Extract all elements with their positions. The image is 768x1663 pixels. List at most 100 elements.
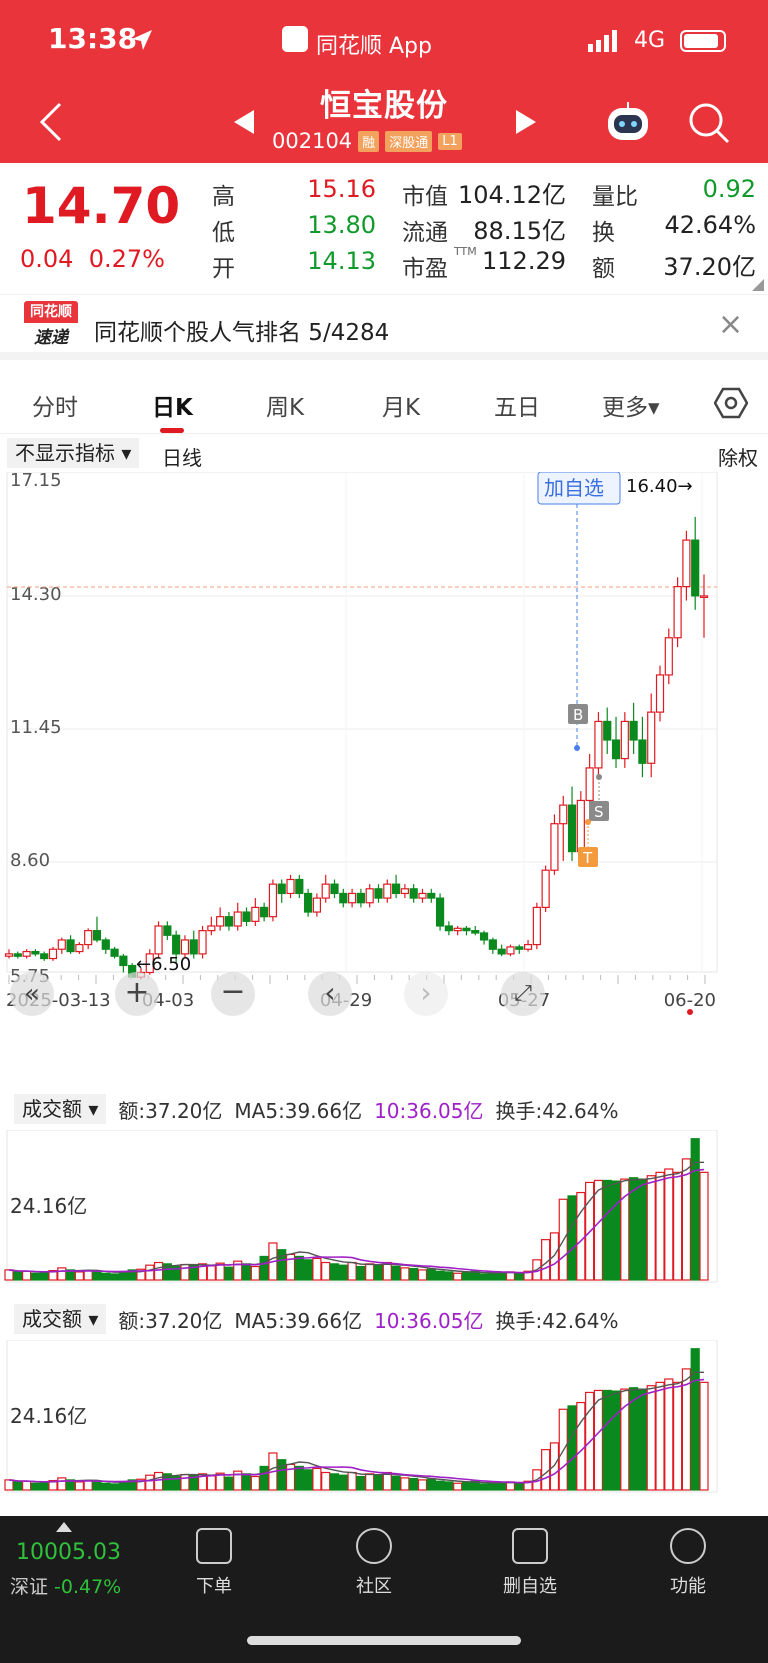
volume-bar xyxy=(479,1483,489,1491)
volume-bar xyxy=(690,1138,700,1281)
volume-bar xyxy=(303,1259,313,1281)
volume-bar xyxy=(391,1475,401,1491)
robot-assistant-icon[interactable] xyxy=(604,100,652,146)
candle-body xyxy=(75,943,84,953)
volume-axis-label: 24.16亿 xyxy=(10,1404,88,1428)
float-value: 88.15亿 xyxy=(473,217,566,245)
volume-bar xyxy=(646,1175,656,1281)
volume-bar xyxy=(294,1465,304,1491)
candle-body xyxy=(180,939,190,955)
minus-box-icon xyxy=(512,1528,548,1564)
volume-header-2: 成交额 ▾ 额:37.20亿 MA5:39.66亿 10:36.05亿 换手:4… xyxy=(14,1304,619,1334)
mcap-label: 市值 xyxy=(402,184,448,210)
candle-body xyxy=(13,953,22,957)
candle-body xyxy=(198,930,207,955)
active-tab-indicator xyxy=(160,428,184,433)
volume-bar xyxy=(602,1389,612,1491)
volume-ma5: MA5:39.66亿 xyxy=(234,1308,363,1333)
scroll-left-icon[interactable]: ‹ xyxy=(308,972,352,1016)
candle-body xyxy=(268,883,278,918)
index-value[interactable]: 10005.03 xyxy=(16,1540,121,1565)
volume-bar xyxy=(83,1269,93,1281)
volume-bar xyxy=(145,1264,155,1281)
tab-intraday[interactable]: 分时 xyxy=(32,388,78,422)
volume-select[interactable]: 成交额 ▾ xyxy=(14,1304,107,1334)
volume-bar xyxy=(153,1261,164,1281)
volume-bar xyxy=(92,1480,102,1491)
app-logo-icon xyxy=(282,26,308,52)
price-change: 0.04 0.27% xyxy=(20,245,165,273)
tab-five-day[interactable]: 五日 xyxy=(494,388,540,422)
volume-bar xyxy=(664,1168,674,1281)
volume-bar xyxy=(83,1479,93,1491)
trade-marker-label: B xyxy=(573,706,583,724)
candle-body xyxy=(479,932,489,941)
rewind-icon[interactable]: « xyxy=(10,972,54,1016)
tab-more[interactable]: 更多▾ xyxy=(602,388,660,422)
tab-daily-k[interactable]: 日K xyxy=(152,388,193,422)
y-tick-label: 8.60 xyxy=(10,850,50,871)
volume-bar xyxy=(400,1267,410,1281)
candle-body xyxy=(699,595,709,599)
volume-bar xyxy=(13,1271,23,1281)
volume-bar xyxy=(699,1171,709,1281)
candle-body xyxy=(374,888,383,899)
volume-bar xyxy=(109,1273,120,1281)
volume-bar xyxy=(664,1378,674,1491)
expand-corner-icon[interactable] xyxy=(752,279,764,291)
candle-body xyxy=(611,739,621,760)
volume-bar xyxy=(57,1267,67,1281)
volume-bar xyxy=(13,1481,23,1491)
candle-body xyxy=(488,939,497,950)
candle-body xyxy=(48,948,58,960)
tab-weekly-k[interactable]: 周K xyxy=(266,388,304,422)
candle-body xyxy=(541,869,550,908)
volume-bar xyxy=(259,1465,269,1491)
index-name[interactable]: 深证 -0.47% xyxy=(10,1572,121,1599)
volume-bar xyxy=(180,1263,190,1281)
candle-body xyxy=(427,892,436,899)
open-label: 开 xyxy=(212,256,235,282)
add-watchlist-label: 加自选 xyxy=(544,476,604,500)
volume-bar xyxy=(611,1180,621,1281)
volume-bar xyxy=(118,1271,128,1281)
candle-body xyxy=(242,911,251,922)
remove-watchlist-button[interactable]: 删自选 xyxy=(480,1528,580,1598)
max-price-note: 16.40→ xyxy=(626,476,693,497)
search-icon[interactable] xyxy=(688,102,730,144)
scroll-right-icon[interactable]: › xyxy=(404,972,448,1016)
volume-select[interactable]: 成交额 ▾ xyxy=(14,1094,107,1124)
volume-bar xyxy=(593,1389,604,1491)
functions-button[interactable]: 功能 xyxy=(638,1528,738,1598)
volume-bar xyxy=(277,1459,287,1491)
candle-body xyxy=(620,720,629,760)
candle-body xyxy=(409,888,418,899)
candle-body xyxy=(603,720,612,741)
fullscreen-icon[interactable]: ⤢ xyxy=(501,972,545,1016)
volume-bar xyxy=(338,1264,348,1281)
candle-body xyxy=(400,888,409,895)
marker-point xyxy=(585,819,591,825)
indicator-select[interactable]: 不显示指标 ▾ xyxy=(7,438,140,468)
zoom-in-icon[interactable]: + xyxy=(115,972,159,1016)
next-stock-icon[interactable] xyxy=(514,110,536,134)
volume-bar xyxy=(206,1265,216,1281)
app-header: 13:38 同花顺 App 4G 恒宝股份 002104 融 深股通 L1 xyxy=(0,0,768,163)
community-button[interactable]: 社区 xyxy=(324,1528,424,1598)
candle-body xyxy=(189,939,198,955)
candle-body xyxy=(312,897,322,913)
low-value: 13.80 xyxy=(307,211,376,239)
order-button[interactable]: 下单 xyxy=(164,1528,264,1598)
volume-bar xyxy=(101,1272,111,1281)
settings-hexagon-icon[interactable] xyxy=(714,386,748,420)
popularity-banner[interactable]: 同花顺 速递 同花顺个股人气排名 5/4284 × xyxy=(0,294,768,360)
volume-bar xyxy=(488,1272,498,1281)
volume-bar xyxy=(699,1381,709,1491)
close-icon[interactable]: × xyxy=(718,307,743,342)
volume-bar xyxy=(4,1269,14,1281)
tab-monthly-k[interactable]: 月K xyxy=(382,388,420,422)
volume-bar xyxy=(681,1368,692,1491)
zoom-out-icon[interactable]: − xyxy=(211,972,255,1016)
adjust-toggle[interactable]: 除权 xyxy=(718,442,758,471)
candle-body xyxy=(506,946,515,955)
